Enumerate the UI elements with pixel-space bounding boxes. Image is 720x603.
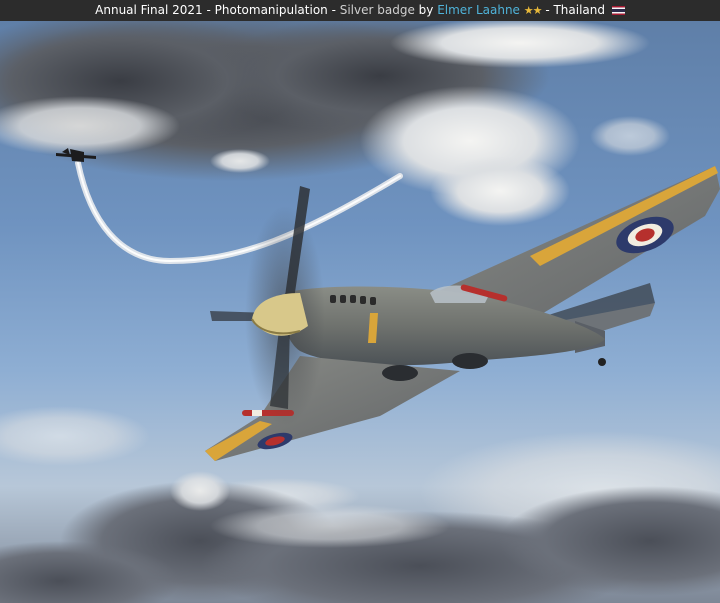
- caption-award: Silver badge: [339, 3, 415, 17]
- photo-spitfire-in-clouds: [0, 21, 720, 603]
- caption-bar: Annual Final 2021 - Photomanipulation - …: [0, 0, 720, 21]
- author-link[interactable]: Elmer Laahne: [437, 3, 520, 17]
- star-rating-icon: ★★: [523, 4, 543, 17]
- caption-country: Thailand: [553, 3, 606, 17]
- caption-by: by: [414, 3, 438, 17]
- thailand-flag-icon: [611, 6, 625, 15]
- caption-category: Annual Final 2021 - Photomanipulation -: [95, 3, 340, 17]
- caption-country-separator: -: [541, 3, 554, 17]
